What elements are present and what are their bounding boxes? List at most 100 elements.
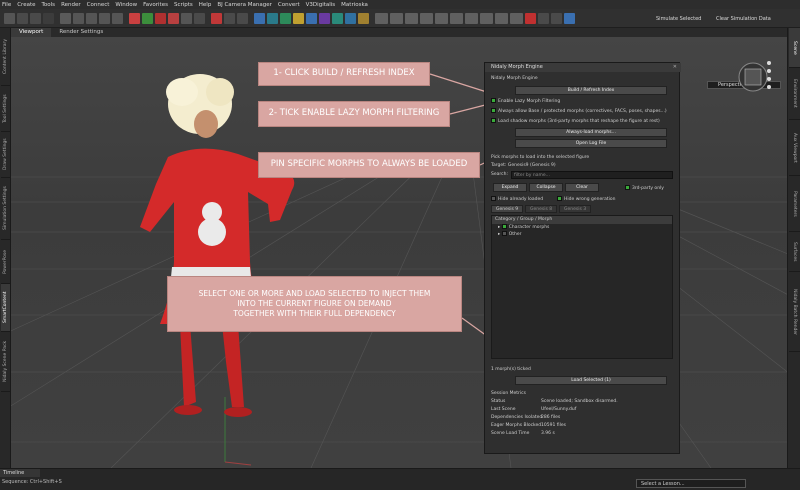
load-selected-button[interactable]: Load Selected (1) — [515, 376, 667, 385]
menu-matrioska[interactable]: Matrioska — [341, 2, 368, 8]
character-morphs-checkbox[interactable] — [501, 224, 507, 229]
tab-scene[interactable]: Scene — [789, 28, 800, 68]
tab-smartcontent[interactable]: SmartContent — [1, 284, 10, 332]
grid-icon[interactable] — [306, 12, 317, 24]
third-party-checkbox[interactable] — [625, 185, 630, 190]
hide-loaded-checkbox[interactable] — [491, 196, 496, 201]
menu-window[interactable]: Window — [115, 2, 137, 8]
light-icon[interactable] — [280, 12, 291, 24]
figure-4-icon[interactable] — [420, 12, 433, 24]
menu-favorites[interactable]: Favorites — [143, 2, 168, 8]
select-lesson-dropdown[interactable]: Select a Lesson... — [636, 479, 746, 488]
misc-icon[interactable] — [538, 12, 549, 24]
menu-scripts[interactable]: Scripts — [174, 2, 193, 8]
select-tool-icon[interactable] — [60, 12, 71, 24]
load-shadow-checkbox[interactable] — [491, 118, 496, 123]
geometry-icon[interactable] — [332, 12, 343, 24]
always-allow-checkbox[interactable] — [491, 108, 496, 113]
close-icon[interactable]: ✕ — [673, 63, 677, 72]
menu-help[interactable]: Help — [199, 2, 212, 8]
misc-2-icon[interactable] — [551, 12, 562, 24]
enable-lazy-checkbox[interactable] — [491, 98, 496, 103]
simulate-selected-button[interactable]: Simulate Selected — [656, 16, 701, 22]
content-icon[interactable] — [254, 12, 265, 24]
tab-timeline[interactable]: Timeline — [0, 469, 40, 477]
figure-2-icon[interactable] — [390, 12, 403, 24]
figure-6-icon[interactable] — [450, 12, 463, 24]
load-shadow-morphs-option[interactable]: Load shadow morphs (3rd-party morphs tha… — [491, 118, 673, 124]
tab-nidaly-scene-pack[interactable]: Nidaly Scene Pack — [1, 332, 10, 392]
menu-create[interactable]: Create — [17, 2, 35, 8]
tab-tool-settings[interactable]: Tool Settings — [1, 86, 10, 132]
menu-tools[interactable]: Tools — [42, 2, 56, 8]
open-log-file-button[interactable]: Open Log File — [515, 139, 667, 148]
view-cube-icon[interactable] — [733, 57, 773, 105]
scene-icon[interactable] — [267, 12, 278, 24]
spot-render-icon[interactable] — [168, 12, 179, 24]
menu-render[interactable]: Render — [61, 2, 81, 8]
pose-icon[interactable] — [224, 12, 235, 24]
scale-tool-icon[interactable] — [99, 12, 110, 24]
tab-draw-settings[interactable]: Draw Settings — [1, 132, 10, 178]
expand-button[interactable]: Expand — [493, 183, 527, 192]
always-allow-base-option[interactable]: Always allow Base / protected morphs (co… — [491, 108, 673, 114]
figure-5-icon[interactable] — [435, 12, 448, 24]
render-icon[interactable] — [129, 12, 140, 24]
open-icon[interactable] — [17, 12, 28, 24]
texture-icon[interactable] — [319, 12, 330, 24]
tab-surfaces[interactable]: Surfaces — [789, 232, 800, 272]
tab-genesis-8[interactable]: Genesis 8 — [525, 205, 558, 213]
save-icon[interactable] — [30, 12, 41, 24]
new-scene-icon[interactable] — [4, 12, 15, 24]
hide-loaded-option[interactable]: Hide already loaded — [491, 196, 543, 202]
figure-1-icon[interactable] — [375, 12, 388, 24]
camera-icon[interactable] — [194, 12, 205, 24]
tab-content-library[interactable]: Content Library — [1, 28, 10, 86]
figure-3-icon[interactable] — [405, 12, 418, 24]
tab-viewport[interactable]: Viewport — [11, 28, 52, 37]
tab-nidaly-batch-render[interactable]: Nidaly Batch Render — [789, 272, 800, 352]
other-checkbox[interactable] — [501, 231, 507, 236]
third-party-only-option[interactable]: 3rd-party only — [625, 185, 664, 191]
always-load-morphs-button[interactable]: Always-load morphs... — [515, 128, 667, 137]
tab-aux-viewport[interactable]: Aux Viewport — [789, 120, 800, 176]
clear-simulation-button[interactable]: Clear Simulation Data — [716, 16, 771, 22]
render-settings-icon[interactable] — [155, 12, 166, 24]
menu-file[interactable]: File — [2, 2, 11, 8]
tab-powerpose[interactable]: PowerPose — [1, 240, 10, 284]
figure-8-icon[interactable] — [480, 12, 493, 24]
menu-connect[interactable]: Connect — [87, 2, 110, 8]
figure-7-icon[interactable] — [465, 12, 478, 24]
morph-icon[interactable] — [211, 12, 222, 24]
search-input[interactable]: filter by name... — [511, 171, 673, 179]
collapse-button[interactable]: Collapse — [529, 183, 563, 192]
shape-icon[interactable] — [237, 12, 248, 24]
undo-icon[interactable] — [43, 12, 54, 24]
hide-wrong-generation-option[interactable]: Hide wrong generation — [557, 196, 616, 202]
simulate-icon[interactable] — [564, 12, 575, 24]
tree-item-other[interactable]: ▸ Other — [492, 231, 672, 238]
tab-genesis-9[interactable]: Genesis 9 — [491, 205, 524, 213]
frame-icon[interactable] — [181, 12, 192, 24]
build-refresh-index-button[interactable]: Build / Refresh Index — [515, 86, 667, 95]
tab-parameters[interactable]: Parameters — [789, 176, 800, 232]
rotate-tool-icon[interactable] — [86, 12, 97, 24]
red-figure-icon[interactable] — [525, 12, 536, 24]
menu-convert[interactable]: Convert — [278, 2, 300, 8]
enable-lazy-filtering-option[interactable]: Enable Lazy Morph Filtering — [491, 98, 673, 104]
star-icon[interactable] — [293, 12, 304, 24]
figure-10-icon[interactable] — [510, 12, 523, 24]
batch-icon[interactable] — [358, 12, 369, 24]
tab-simulation-settings[interactable]: Simulation Settings — [1, 178, 10, 240]
tab-environment[interactable]: Environment — [789, 68, 800, 120]
clear-button[interactable]: Clear — [565, 183, 599, 192]
tab-genesis-3[interactable]: Genesis 3 — [559, 205, 592, 213]
menu-v3digitalis[interactable]: V3Digitalis — [306, 2, 336, 8]
camera-manager-icon[interactable] — [345, 12, 356, 24]
tab-render-settings[interactable]: Render Settings — [51, 28, 111, 37]
move-tool-icon[interactable] — [73, 12, 84, 24]
figure-9-icon[interactable] — [495, 12, 508, 24]
iray-icon[interactable] — [142, 12, 153, 24]
universal-tool-icon[interactable] — [112, 12, 123, 24]
menu-bj-camera-manager[interactable]: BJ Camera Manager — [217, 2, 272, 8]
